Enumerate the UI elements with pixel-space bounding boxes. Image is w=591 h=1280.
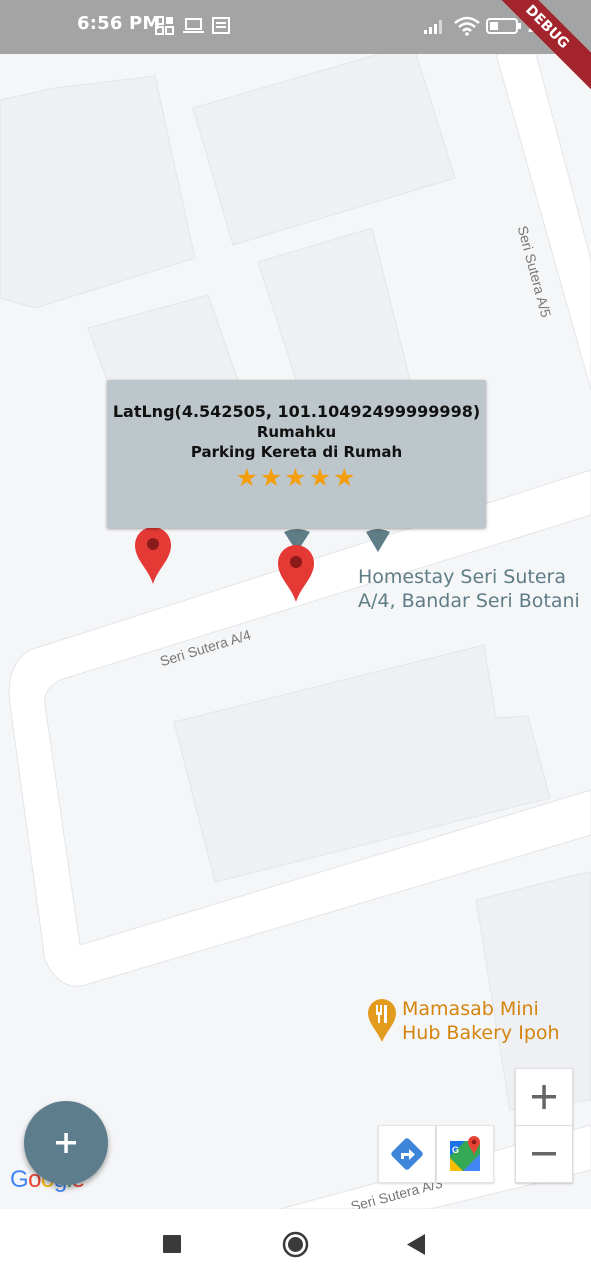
location-marker-selected-icon[interactable]	[276, 544, 316, 604]
open-in-maps-button[interactable]: G	[436, 1125, 494, 1183]
bakery-label-line1: Mamasab Mini	[402, 998, 539, 1020]
home-button-icon[interactable]	[282, 1231, 309, 1258]
info-snippet: Parking Kereta di Rumah	[190, 443, 403, 461]
directions-icon	[391, 1138, 423, 1170]
plus-icon	[56, 1133, 76, 1153]
zoom-out-button[interactable]	[515, 1125, 573, 1183]
system-nav-bar	[0, 1209, 591, 1280]
info-title: Rumahku	[256, 423, 337, 441]
zoom-in-button[interactable]	[515, 1068, 573, 1126]
restaurant-pin-icon[interactable]	[366, 997, 398, 1043]
status-bar: 6:56 PM 27	[0, 0, 591, 54]
signal-icon	[424, 20, 442, 34]
svg-text:G: G	[452, 1145, 459, 1155]
wifi-icon	[454, 16, 480, 36]
apps-icon	[155, 16, 174, 35]
recents-button-icon[interactable]	[163, 1235, 182, 1254]
bakery-label[interactable]: Mamasab Mini Hub Bakery Ipoh	[402, 997, 560, 1045]
map-view[interactable]: Seri Sutera A/5 Seri Sutera A/4 Seri Sut…	[0, 54, 591, 1209]
back-button-icon[interactable]	[406, 1234, 426, 1255]
news-icon	[212, 17, 230, 34]
add-marker-fab[interactable]	[24, 1101, 108, 1185]
battery-icon	[486, 18, 521, 34]
directions-button[interactable]	[378, 1125, 436, 1183]
google-maps-icon: G	[450, 1136, 480, 1171]
location-marker-icon[interactable]	[134, 526, 172, 586]
info-coords: LatLng(4.542505, 101.10492499999998)	[112, 402, 481, 421]
laptop-icon	[183, 18, 204, 33]
homestay-label-line1: Homestay Seri Sutera	[358, 566, 566, 588]
bakery-label-line2: Hub Bakery Ipoh	[402, 1022, 560, 1044]
plus-icon	[532, 1085, 556, 1109]
homestay-label[interactable]: Homestay Seri Sutera A/4, Bandar Seri Bo…	[358, 565, 580, 613]
minus-icon	[532, 1152, 556, 1156]
status-time: 6:56 PM	[77, 13, 161, 34]
rating-stars: ★★★★★	[235, 464, 358, 492]
marker-info-window[interactable]: LatLng(4.542505, 101.10492499999998) Rum…	[107, 380, 486, 528]
homestay-label-line2: A/4, Bandar Seri Botani	[358, 590, 580, 612]
